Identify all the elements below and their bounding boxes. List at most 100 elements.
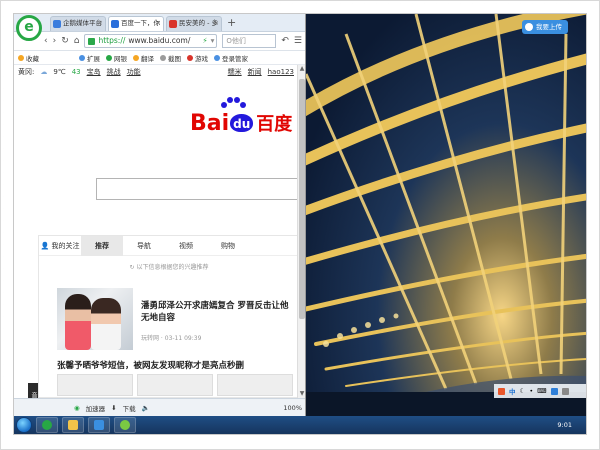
gear-icon[interactable] [561,387,569,395]
logo-cn: 百度 [256,114,293,135]
fav-label: 截图 [168,54,181,63]
start-button[interactable] [16,417,32,433]
news-title[interactable]: 潘勇邱泽公开求唐嫣复合 罗晋反击让他无地自容 [141,300,291,324]
refresh-icon[interactable]: ↻ [130,264,135,271]
fav-extensions[interactable]: 扩展 [79,53,100,63]
close-icon[interactable]: × [97,17,103,30]
forward-icon[interactable]: › [53,36,57,46]
taskbar-app-explorer[interactable] [62,417,84,433]
address-bar-row: ‹ › ↻ ⌂ https://www.baidu.com/ ⚡ ▾ O他们 ↶… [14,32,305,51]
moon-icon[interactable]: ☾ [520,387,526,395]
lock-icon [88,37,96,45]
favorites-bar: 收藏 扩展 网银 翻译 截图 游戏 登录管家 [14,51,305,65]
news-item[interactable]: 潘勇邱泽公开求唐嫣复合 罗晋反击让他无地自容 玩转网 · 03-11 09:39 [57,288,293,350]
fav-collect[interactable]: 收藏 [18,53,39,63]
news-title[interactable]: 张馨予晒爷爷短信，被网友发现昵称才是亮点秒删 [57,359,244,371]
nav-link-nuomi[interactable]: 糯米 [228,67,242,77]
download-button[interactable]: 下载 [123,403,136,413]
fav-label: 扩展 [87,54,100,63]
feed-tab-shopping[interactable]: 购物 [207,236,249,256]
vertical-scrollbar[interactable]: ▲ ▼ [297,65,305,398]
upload-button[interactable]: 我要上传 [522,20,568,34]
browser-logo-icon[interactable]: e [16,15,42,41]
feed-note: ↻ 以下信息根据您的兴趣推荐 [39,262,298,271]
chevron-down-icon[interactable]: ▾ [211,35,217,47]
tab-bar: e 企鹅媒体平台 × 百度一下，你 × 民安美的 - 多 × + [14,14,305,41]
news-image-strip[interactable] [57,374,293,396]
tab-baidu[interactable]: 百度一下，你 × [108,16,164,31]
desktop-screen: e 企鹅媒体平台 × 百度一下，你 × 民安美的 - 多 × + ‹ › ↻ ⌂… [14,14,586,434]
taskbar-app-360[interactable] [114,417,136,433]
clock[interactable]: 9:01 [557,421,586,429]
fav-translate[interactable]: 翻译 [133,53,154,63]
feed-tab-following[interactable]: 👤 我的关注 [39,236,81,256]
refresh-icon[interactable]: ↻ [61,36,69,46]
search-input[interactable]: O他们 [222,34,277,48]
tab-favicon-icon [111,20,119,28]
fav-label: 游戏 [195,54,208,63]
new-tab-button[interactable]: + [227,16,236,31]
download-icon: ⬇ [111,403,117,412]
baidu-page: 黄冈: ☁ 9℃ 43 宝岛 挑战 功能 糯米 新闻 hao123 Bai du… [14,65,298,398]
baidu-search-input[interactable] [96,178,298,200]
nav-link-tiaozhan[interactable]: 挑战 [107,67,121,77]
gamepad-icon [187,54,193,61]
fav-label: 收藏 [26,54,39,63]
ime-icon[interactable]: 中 [509,386,516,396]
accelerator-button[interactable]: 加速器 [86,403,106,413]
fav-netbank[interactable]: 网银 [106,53,127,63]
sound-icon[interactable]: 🔈 [142,404,150,412]
accelerator-icon: ◉ [74,403,80,412]
tab-qq-media[interactable]: 企鹅媒体平台 × [50,16,106,31]
home-icon[interactable]: ⌂ [74,36,80,46]
nav-link-baodao[interactable]: 宝岛 [87,67,101,77]
url-scheme: https:// [98,36,126,45]
dot-icon[interactable]: • [529,387,533,395]
weather-city: 黄冈: [18,68,35,76]
fav-games[interactable]: 游戏 [187,53,208,63]
lightning-icon[interactable]: ⚡ [202,35,207,47]
news-meta: 玩转网 · 03-11 09:39 [141,335,202,342]
feed-tabs: 👤 我的关注 推荐 导航 视频 购物 [39,235,298,256]
tab-favicon-icon [53,20,61,28]
tray-strip: 中 ☾ • ⌨ [494,384,586,398]
music-side-tab[interactable]: 音乐 [28,383,38,398]
nav-link-news[interactable]: 新闻 [248,67,262,77]
back-icon[interactable]: ‹ [44,36,48,46]
close-icon[interactable]: × [213,17,219,30]
status-bar: ◉ 加速器 ⬇ 下载 🔈 100% [14,398,305,416]
folder-icon [68,420,78,430]
keyboard-icon[interactable]: ⌨ [537,387,546,395]
news-thumbnail[interactable] [57,288,133,350]
wallpaper-bridge-image [306,14,586,416]
feed-tab-nav[interactable]: 导航 [123,236,165,256]
browser-window: e 企鹅媒体平台 × 百度一下，你 × 民安美的 - 多 × + ‹ › ↻ ⌂… [14,14,306,416]
desktop-wallpaper: 我要上传 中 ☾ • ⌨ [306,14,586,416]
app-tray-icon[interactable] [498,387,505,395]
zoom-level[interactable]: 100% [283,404,305,412]
scroll-down-icon[interactable]: ▼ [298,390,305,398]
taskbar-app-media[interactable] [88,417,110,433]
tab-third[interactable]: 民安美的 - 多 × [166,16,222,31]
weather-temp: 9℃ [53,68,66,76]
feed-tab-video[interactable]: 视频 [165,236,207,256]
fav-label: 翻译 [141,54,154,63]
nav-link-gongneng[interactable]: 功能 [127,67,141,77]
bank-icon [106,54,112,61]
security-icon[interactable] [550,387,558,395]
fav-screenshot[interactable]: 截图 [160,53,181,63]
scrollbar-thumb[interactable] [299,79,305,319]
scroll-up-icon[interactable]: ▲ [298,65,305,73]
media-icon [94,420,104,430]
news-feed: 👤 我的关注 推荐 导航 视频 购物 ↻ 以下信息根据您的兴趣推荐 潘勇邱泽公开… [38,235,298,398]
fav-login-manager[interactable]: 登录管家 [214,53,248,63]
feed-tab-recommend[interactable]: 推荐 [81,235,123,256]
undo-icon[interactable]: ↶ [281,36,289,46]
close-icon[interactable]: × [155,17,161,30]
taskbar-app-browser[interactable] [36,417,58,433]
address-input[interactable]: https://www.baidu.com/ ⚡ ▾ [84,34,218,48]
aqi-value: 43 [71,68,81,76]
star-icon [18,54,24,61]
nav-link-hao123[interactable]: hao123 [268,68,298,76]
menu-icon[interactable]: ☰ [294,36,305,46]
